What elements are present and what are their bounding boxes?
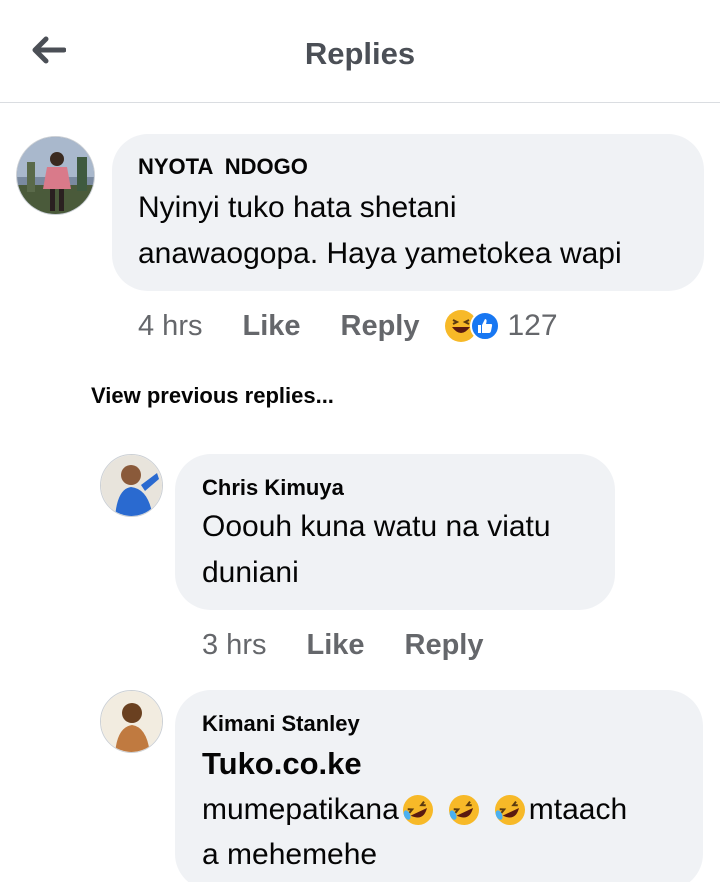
reply-text-chris-line1: Ooouh kuna watu na viatu	[202, 510, 551, 543]
reply-author-chris[interactable]: Chris Kimuya	[202, 475, 344, 501]
reply-reply-button-chris[interactable]: Reply	[405, 629, 484, 662]
reply-meta-chris: 3 hrs Like Reply	[202, 625, 484, 665]
comment-time[interactable]: 4 hrs	[138, 310, 202, 343]
comment-author[interactable]: NYOTA NDOGO	[138, 154, 308, 180]
rofl-emoji-icon	[402, 795, 433, 825]
reply-text-chris-line2: duniani	[202, 556, 299, 589]
reply-time-chris[interactable]: 3 hrs	[202, 629, 266, 662]
rofl-emoji-icon	[494, 795, 525, 825]
comment-reactions[interactable]: 127	[444, 309, 558, 343]
reply-like-button-chris[interactable]: Like	[306, 629, 364, 662]
reply-text-kimani-line2: a mehemehe	[202, 838, 378, 871]
page-title: Replies	[304, 36, 416, 71]
avatar-nyota-ndogo[interactable]	[16, 136, 95, 215]
comment-text-line2: anawaogopa. Haya yametokea wapi	[138, 237, 622, 270]
avatar-chris-kimuya[interactable]	[100, 454, 163, 517]
comment-like-button[interactable]: Like	[242, 310, 300, 343]
reply-text-kimani-part-b: mtaach	[528, 793, 628, 826]
reply-text-kimani-part-a: mumepatikana	[202, 793, 399, 826]
reply-author-kimani[interactable]: Kimani Stanley	[202, 711, 360, 737]
comment-text-line1: Nyinyi tuko hata shetani	[138, 191, 457, 224]
view-previous-replies-link[interactable]: View previous replies...	[91, 383, 334, 409]
replies-header: Replies	[0, 0, 720, 103]
reply-tag-kimani[interactable]: Tuko.co.ke	[202, 745, 362, 782]
reply-text-kimani-line1: mumepatikana mtaach	[202, 791, 627, 829]
like-icon	[469, 311, 500, 341]
reaction-count: 127	[507, 309, 558, 342]
comment-reply-button[interactable]: Reply	[341, 310, 420, 343]
rofl-emoji-icon	[448, 795, 479, 825]
comment-meta: 4 hrs Like Reply 127	[138, 306, 558, 346]
avatar-kimani-stanley[interactable]	[100, 690, 163, 753]
